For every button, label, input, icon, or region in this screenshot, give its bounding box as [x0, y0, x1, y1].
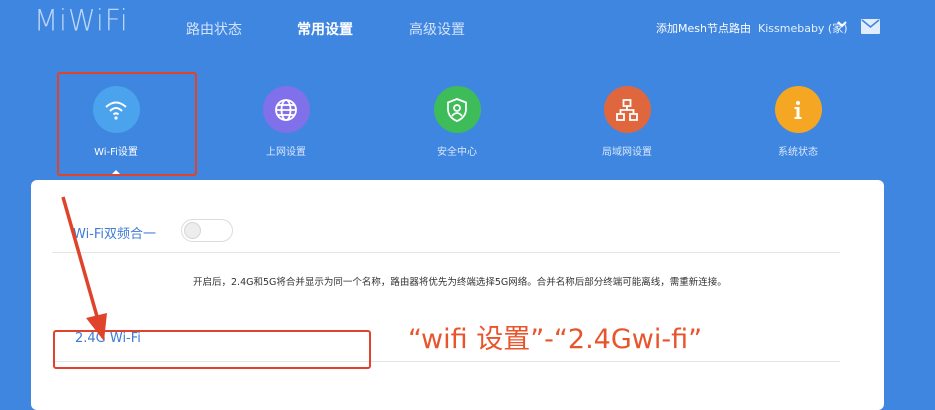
annotation-arrow	[61, 196, 107, 341]
